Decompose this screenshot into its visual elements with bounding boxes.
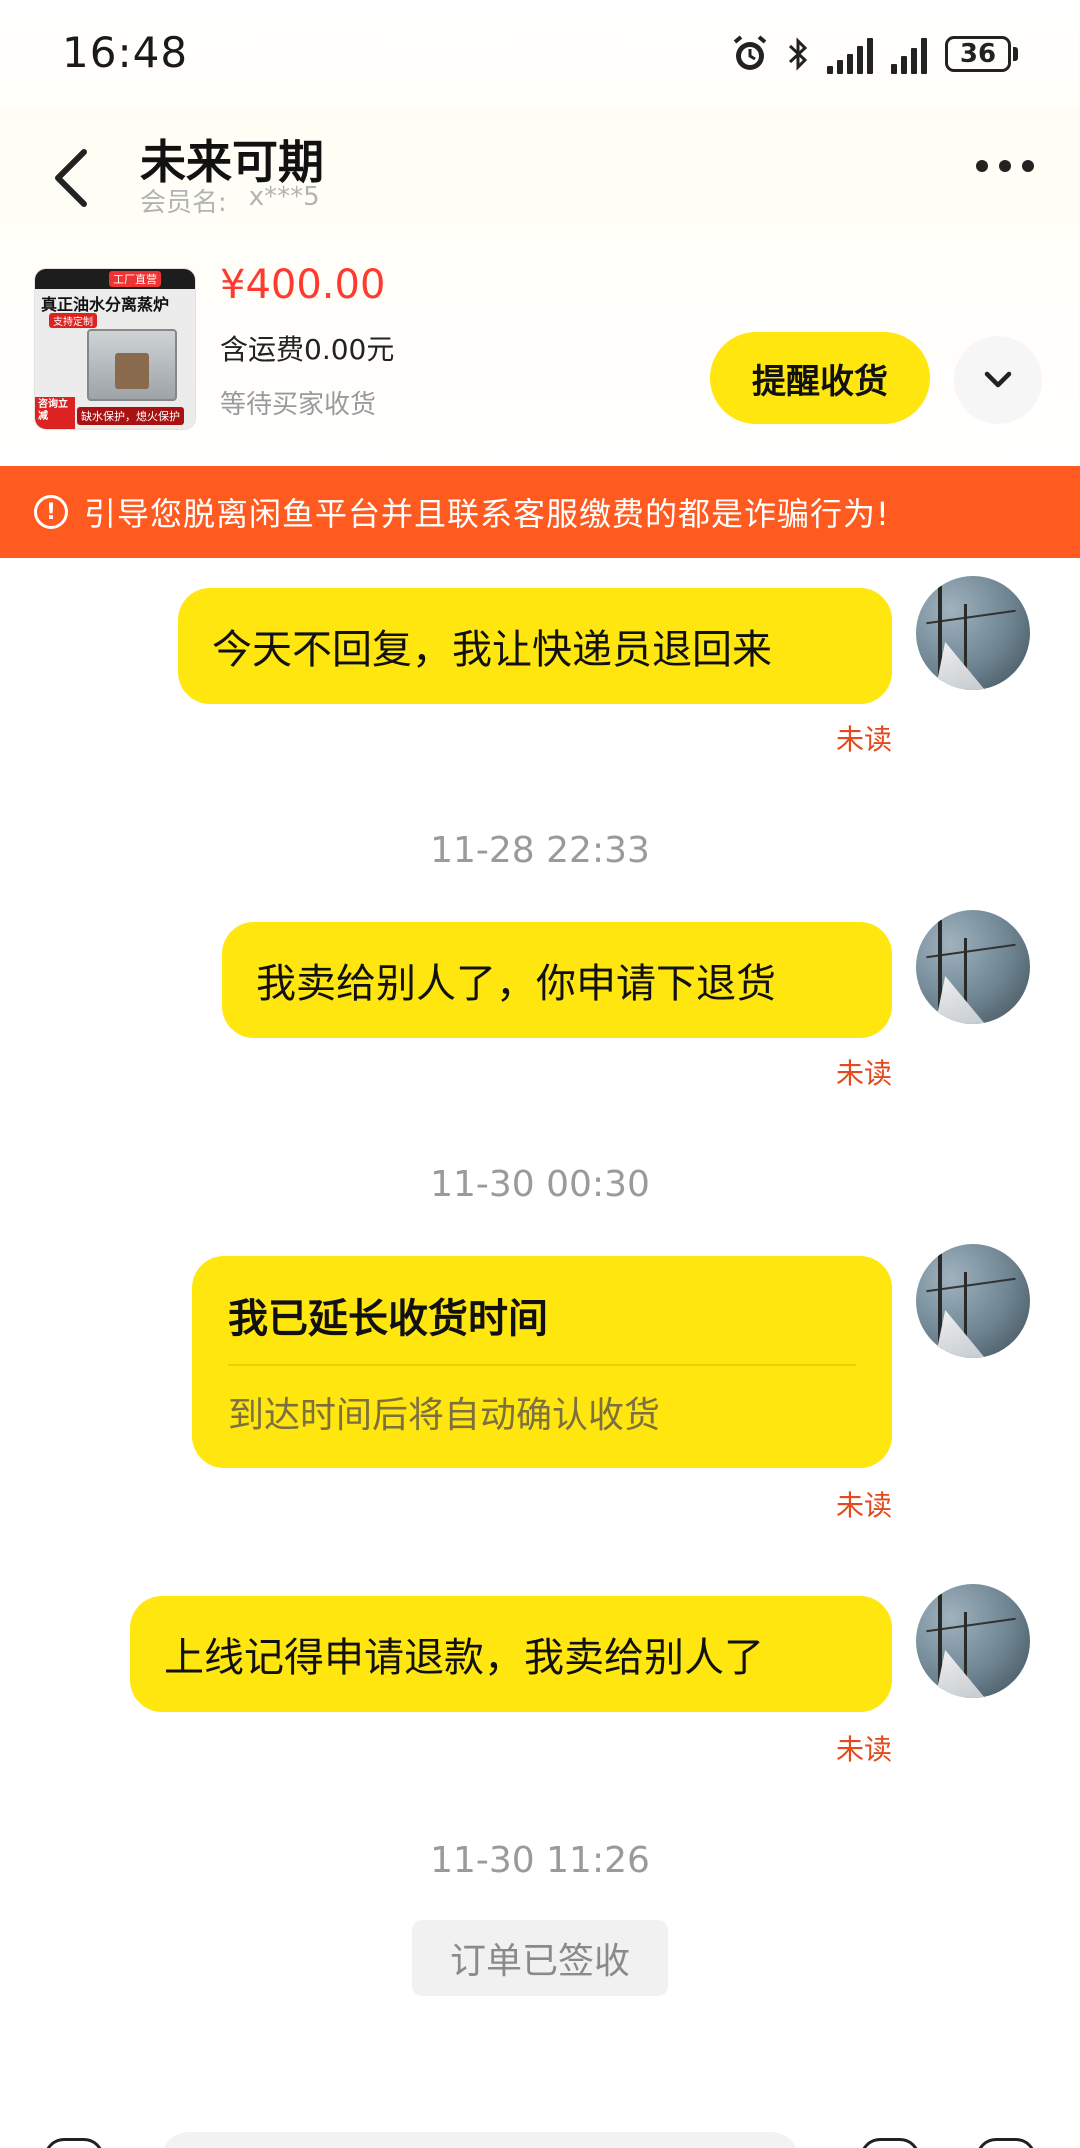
more-dot-icon [976, 160, 988, 172]
battery-icon: 36 [945, 36, 1018, 72]
order-status: 等待买家收货 [220, 390, 377, 420]
member-value: x***5 [248, 182, 320, 212]
product-image-side: 咨询立减 [38, 399, 68, 422]
battery-level: 36 [945, 36, 1011, 72]
product-price: ¥400.00 [220, 262, 386, 308]
chat-screen: 16:48 36 未来可期 会员名: x***5 工厂直营 真正油水分离蒸炉 支… [0, 0, 1080, 2148]
alarm-icon [731, 34, 769, 74]
message-timestamp: 11-28 22:33 [430, 830, 650, 871]
fraud-warning-text: 引导您脱离闲鱼平台并且联系客服缴费的都是诈骗行为! [84, 495, 890, 533]
extend-receipt-card[interactable]: 我已延长收货时间 到达时间后将自动确认收货 [192, 1256, 892, 1468]
order-signed-badge: 订单已签收 [412, 1920, 668, 1996]
bottom-input-bar [0, 2128, 1080, 2148]
shipping-fee: 含运费0.00元 [220, 333, 395, 366]
chevron-left-icon [55, 149, 87, 207]
read-status: 未读 [835, 1057, 892, 1090]
add-icon[interactable] [976, 2138, 1036, 2148]
card-subtitle: 到达时间后将自动确认收货 [228, 1395, 661, 1436]
chat-header: 未来可期 会员名: x***5 工厂直营 真正油水分离蒸炉 支持定制 咨询立减 … [0, 110, 1080, 470]
card-divider [228, 1364, 856, 1366]
product-image-tag: 支持定制 [49, 313, 97, 328]
avatar[interactable] [916, 1244, 1030, 1358]
alert-icon: ! [34, 495, 68, 529]
message-timestamp: 11-30 11:26 [430, 1840, 650, 1881]
product-image-footer: 缺水保护，熄火保护 [77, 407, 184, 425]
status-time: 16:48 [62, 28, 189, 77]
chevron-down-icon [984, 371, 1012, 388]
member-info: 会员名: x***5 [140, 182, 320, 219]
read-status: 未读 [835, 723, 892, 756]
product-image-brand: 工厂直营 [109, 271, 161, 287]
product-image-title: 真正油水分离蒸炉 [41, 295, 170, 314]
avatar[interactable] [916, 1584, 1030, 1698]
signal-icon [827, 34, 873, 74]
status-icons: 36 [731, 30, 1018, 78]
product-thumbnail[interactable]: 工厂直营 真正油水分离蒸炉 支持定制 咨询立减 缺水保护，熄火保护 [34, 268, 196, 430]
signal-icon [891, 34, 927, 74]
emoji-icon[interactable] [860, 2138, 920, 2148]
more-options-button[interactable] [976, 160, 1034, 172]
member-label: 会员名: [140, 188, 227, 218]
fraud-warning-banner: ! 引导您脱离闲鱼平台并且联系客服缴费的都是诈骗行为! [0, 466, 1080, 558]
message-bubble[interactable]: 我卖给别人了，你申请下退货 [222, 922, 892, 1038]
read-status: 未读 [835, 1489, 892, 1522]
message-bubble[interactable]: 上线记得申请退款，我卖给别人了 [130, 1596, 892, 1712]
avatar[interactable] [916, 910, 1030, 1024]
back-button[interactable] [46, 144, 98, 212]
voice-icon[interactable] [44, 2138, 104, 2148]
bluetooth-icon [787, 34, 809, 74]
read-status: 未读 [835, 1733, 892, 1766]
card-title: 我已延长收货时间 [228, 1296, 548, 1342]
message-bubble[interactable]: 今天不回复，我让快递员退回来 [178, 588, 892, 704]
message-input[interactable] [160, 2132, 800, 2148]
steamer-image [87, 329, 177, 401]
message-timestamp: 11-30 00:30 [430, 1164, 650, 1205]
avatar[interactable] [916, 576, 1030, 690]
remind-receipt-button[interactable]: 提醒收货 [710, 332, 930, 424]
expand-button[interactable] [954, 336, 1042, 424]
status-bar: 16:48 36 [0, 0, 1080, 110]
